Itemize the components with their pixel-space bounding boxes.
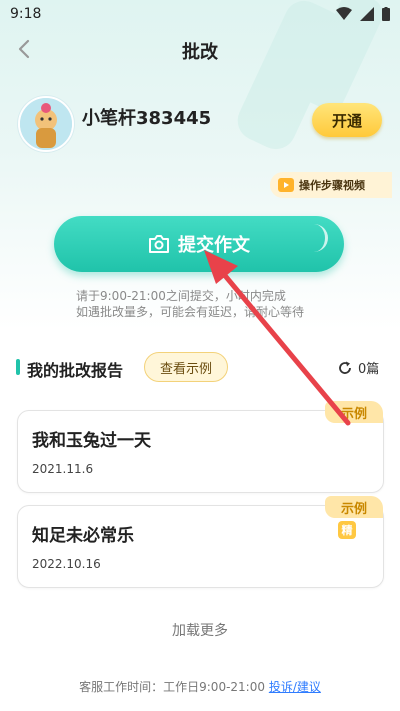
arrow-head-icon xyxy=(204,250,238,284)
red-arrow-annotation xyxy=(204,250,351,426)
